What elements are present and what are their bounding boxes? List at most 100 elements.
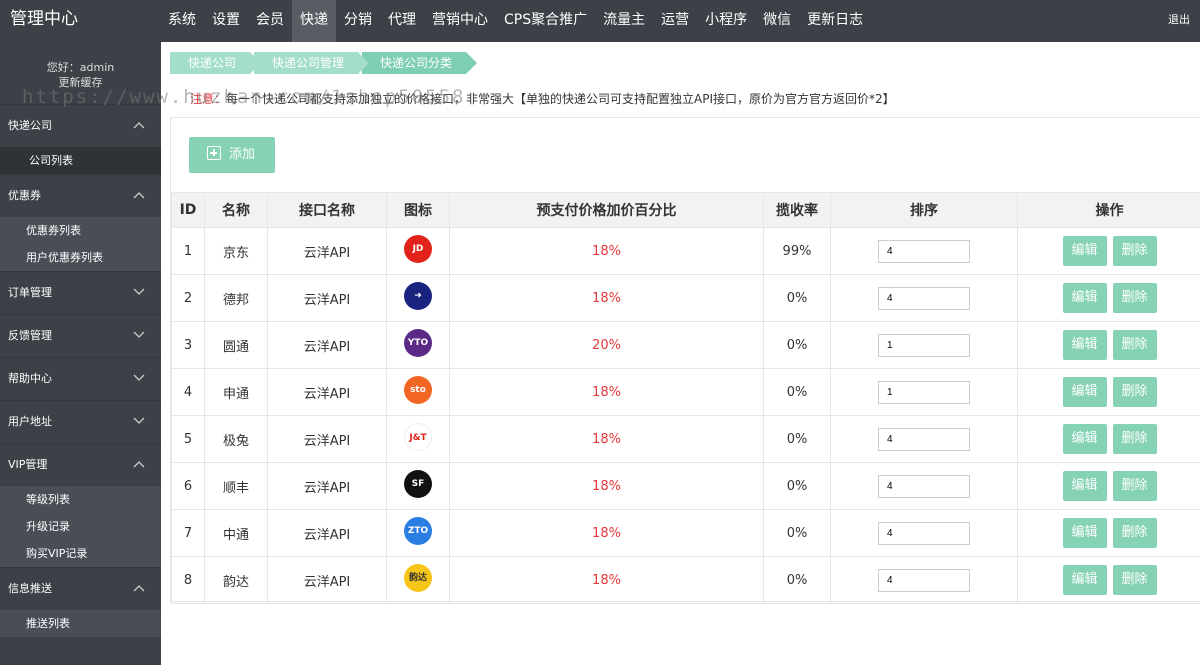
cell-name: 京东 [204, 227, 268, 275]
table-row: 1京东云洋API JD 18%99% 编辑删除 [171, 227, 1200, 275]
nav-item-8[interactable]: 流量主 [595, 0, 653, 42]
cell-sort [830, 321, 1018, 369]
menu-group-label: 快递公司 [8, 119, 52, 132]
cell-id: 5 [171, 415, 205, 463]
edit-button[interactable]: 编辑 [1062, 377, 1107, 407]
sidebar-item[interactable]: 用户优惠券列表 [0, 244, 161, 271]
nav-item-1[interactable]: 设置 [204, 0, 248, 42]
edit-button[interactable]: 编辑 [1062, 471, 1107, 501]
clear-cache-link[interactable]: 更新缓存 [0, 75, 161, 90]
menu-group-header[interactable]: 帮助中心 [0, 358, 161, 400]
add-button-label: 添加 [229, 147, 256, 162]
sidebar-item[interactable]: 购买VIP记录 [0, 540, 161, 567]
menu-group: 反馈管理 [0, 314, 161, 357]
sidebar-item[interactable]: 等级列表 [0, 486, 161, 513]
sort-input[interactable] [878, 239, 970, 263]
menu-group: 优惠券 优惠券列表 用户优惠券列表 [0, 174, 161, 271]
nav-item-6[interactable]: 营销中心 [424, 0, 496, 42]
menu-group-header[interactable]: 快递公司 [0, 105, 161, 147]
menu-group-header[interactable]: VIP管理 [0, 444, 161, 486]
sidebar: 您好：admin 更新缓存 快递公司 公司列表 优惠券 优惠券列表 用户优惠券列表 订单管… [0, 42, 161, 665]
menu-group: 快递公司公司列表 [0, 104, 161, 174]
sort-input[interactable] [878, 333, 970, 357]
cell-api: 云洋API [267, 462, 387, 510]
nav-item-0[interactable]: 系统 [160, 0, 204, 42]
edit-button[interactable]: 编辑 [1062, 283, 1107, 313]
edit-button[interactable]: 编辑 [1062, 424, 1107, 454]
notice-text: 每一个快递公司都支持添加独立的价格接口，非常强大【单独的快递公司可支持配置独立A… [226, 92, 895, 106]
cell-actions: 编辑 删除 [1017, 462, 1200, 510]
cell-api: 云洋API [267, 509, 387, 557]
nav-item-4[interactable]: 分销 [336, 0, 380, 42]
menu-group-header[interactable]: 用户地址 [0, 401, 161, 443]
sort-input[interactable] [878, 286, 970, 310]
top-navbar: 管理中心 系统 设置 会员 快递 分销 代理 营销中心 CPS聚合推广 流量主 运营 小程序 微信 更新… [0, 0, 1200, 42]
nav-item-5[interactable]: 代理 [380, 0, 424, 42]
delete-button[interactable]: 删除 [1112, 424, 1157, 454]
delete-button[interactable]: 删除 [1112, 283, 1157, 313]
menu-group-header[interactable]: 信息推送 [0, 568, 161, 610]
cell-logo: ➜ [386, 274, 450, 322]
cell-sort [830, 415, 1018, 463]
breadcrumb-item[interactable]: 快递公司管理 [254, 52, 370, 74]
plus-icon [207, 146, 221, 160]
courier-logo-icon: 韵达 [404, 564, 432, 592]
courier-logo-icon: YTO [404, 329, 432, 357]
chevron-up-icon [133, 175, 145, 217]
sidebar-menu: 快递公司公司列表 优惠券 优惠券列表 用户优惠券列表 订单管理反馈管理帮助中心用户地址 V… [0, 104, 161, 637]
notice-label: 注意： [190, 92, 227, 106]
menu-group: 信息推送 推送列表 [0, 567, 161, 637]
sort-input[interactable] [878, 427, 970, 451]
sort-input[interactable] [878, 521, 970, 545]
edit-button[interactable]: 编辑 [1062, 236, 1107, 266]
logout-button[interactable]: 退出 [1168, 0, 1190, 40]
nav-item-9[interactable]: 运营 [653, 0, 697, 42]
sidebar-item[interactable]: 升级记录 [0, 513, 161, 540]
nav-item-11[interactable]: 微信 [755, 0, 799, 42]
menu-group-label: 帮助中心 [8, 372, 52, 385]
menu-group-header[interactable]: 反馈管理 [0, 315, 161, 357]
cell-markup: 20% [449, 321, 764, 369]
delete-button[interactable]: 删除 [1112, 565, 1157, 595]
cell-rate: 0% [763, 462, 831, 510]
nav-item-2[interactable]: 会员 [248, 0, 292, 42]
nav-item-3[interactable]: 快递 [292, 0, 336, 42]
cell-actions: 编辑 删除 [1017, 368, 1200, 416]
cell-name: 顺丰 [204, 462, 268, 510]
delete-button[interactable]: 删除 [1112, 330, 1157, 360]
cell-markup: 18% [449, 415, 764, 463]
column-header: 接口名称 [267, 192, 387, 228]
submenu: 推送列表 [0, 610, 161, 637]
add-button[interactable]: 添加 [189, 137, 275, 173]
breadcrumb-item[interactable]: 快递公司 [170, 52, 262, 74]
content-panel: 添加 ID 名称 接口名称 图标 预支付价格加价百分比 揽收率 排序 操作 1 京东 云洋API J… [170, 117, 1200, 604]
edit-button[interactable]: 编辑 [1062, 330, 1107, 360]
nav-item-7[interactable]: CPS聚合推广 [496, 0, 595, 42]
edit-button[interactable]: 编辑 [1062, 518, 1107, 548]
sort-input[interactable] [878, 380, 970, 404]
cell-rate: 0% [763, 509, 831, 557]
chevron-down-icon [133, 272, 145, 314]
delete-button[interactable]: 删除 [1112, 518, 1157, 548]
cell-name: 韵达 [204, 556, 268, 604]
delete-button[interactable]: 删除 [1112, 471, 1157, 501]
table-row: 6顺丰云洋API SF 18%0% 编辑删除 [171, 462, 1200, 510]
sidebar-item[interactable]: 优惠券列表 [0, 217, 161, 244]
delete-button[interactable]: 删除 [1112, 377, 1157, 407]
menu-group-header[interactable]: 订单管理 [0, 272, 161, 314]
nav-item-12[interactable]: 更新日志 [799, 0, 871, 42]
sort-input[interactable] [878, 474, 970, 498]
cell-id: 2 [171, 274, 205, 322]
cell-actions: 编辑 删除 [1017, 274, 1200, 322]
sidebar-item[interactable]: 公司列表 [0, 147, 161, 174]
nav-item-10[interactable]: 小程序 [697, 0, 755, 42]
delete-button[interactable]: 删除 [1112, 236, 1157, 266]
breadcrumb-item[interactable]: 快递公司分类 [362, 52, 478, 74]
menu-group-header[interactable]: 优惠券 [0, 175, 161, 217]
edit-button[interactable]: 编辑 [1062, 565, 1107, 595]
sort-input[interactable] [878, 568, 970, 592]
chevron-up-icon [133, 105, 145, 147]
sidebar-item[interactable]: 推送列表 [0, 610, 161, 637]
cell-api: 云洋API [267, 274, 387, 322]
menu-group-label: 反馈管理 [8, 329, 52, 342]
